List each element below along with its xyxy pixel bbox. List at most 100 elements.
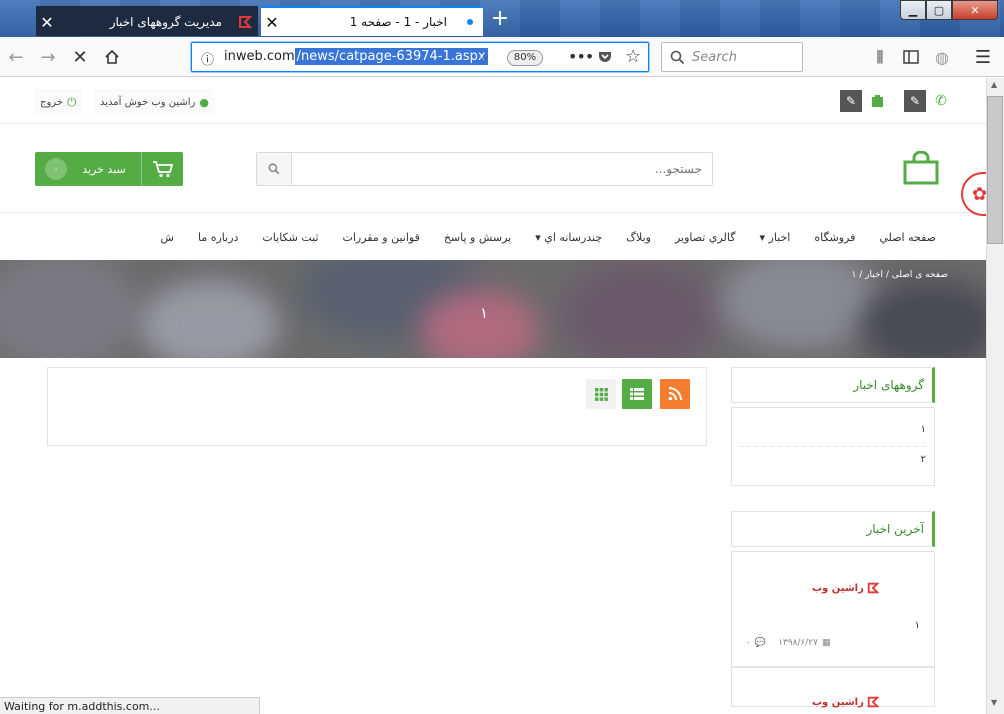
- search-placeholder: Search: [692, 50, 737, 65]
- page-title: ۱: [480, 304, 489, 322]
- inventory-icon[interactable]: [866, 90, 888, 112]
- page-actions-icon[interactable]: •••: [568, 47, 594, 66]
- edit-icon[interactable]: ✎: [904, 90, 926, 112]
- back-button[interactable]: ←: [2, 43, 30, 71]
- calendar-icon: ▦: [821, 638, 831, 648]
- flower-icon: ✿: [972, 184, 988, 205]
- welcome-label: راشین وب خوش آمدید: [100, 96, 196, 108]
- search-icon: [268, 163, 280, 175]
- pocket-icon[interactable]: [597, 49, 613, 68]
- menu-item-multimedia[interactable]: چندرسانه اي ▾: [535, 231, 602, 244]
- shopping-bag-logo-icon[interactable]: [903, 150, 939, 188]
- bookmark-star-icon[interactable]: ☆: [625, 46, 641, 67]
- url-text[interactable]: inweb.com/news/catpage-63974-1.aspx: [224, 48, 488, 65]
- comment-count: ۰: [746, 638, 751, 648]
- globe-icon[interactable]: ◍: [928, 43, 956, 71]
- menu-item-complaints[interactable]: ثبت شكايات: [262, 231, 318, 244]
- cart-label: سبد خرید: [82, 162, 126, 176]
- stop-loading-button[interactable]: ✕: [66, 43, 94, 71]
- url-path-selected: /news/catpage-63974-1.aspx: [294, 48, 488, 65]
- top-strip: ⏻ خروج ● راشین وب خوش آمدید ✎ ✎ ✆: [0, 78, 986, 124]
- library-icon[interactable]: ⫼: [866, 43, 894, 71]
- web-page: ⏻ خروج ● راشین وب خوش آمدید ✎ ✎ ✆ سبد خر…: [0, 78, 986, 708]
- sidebar-toggle-icon[interactable]: [897, 43, 925, 71]
- menu-item-more[interactable]: ش: [161, 231, 174, 244]
- logout-label: خروج: [40, 96, 63, 108]
- group-link[interactable]: ۲: [921, 454, 926, 465]
- url-domain: inweb.com: [224, 49, 295, 64]
- cart-button[interactable]: سبد خرید ۰: [35, 152, 183, 186]
- browser-toolbar: ← → ✕ ⓘ inweb.com/news/catpage-63974-1.a…: [0, 37, 1004, 77]
- logo-mark-icon: [867, 696, 879, 708]
- menu-item-faq[interactable]: پرسش و پاسخ: [444, 231, 511, 244]
- tab-news-groups[interactable]: مدیریت گروههای اخبار ✕: [36, 6, 258, 36]
- tab-close-icon[interactable]: ✕: [36, 13, 58, 32]
- site-search-button[interactable]: [257, 153, 292, 185]
- logo-text: راشین وب: [812, 696, 864, 708]
- grid-view-button[interactable]: [586, 379, 616, 409]
- menu-item-news[interactable]: اخبار ▾: [759, 231, 790, 244]
- site-favicon: [232, 14, 258, 30]
- chevron-down-icon[interactable]: ⌄: [480, 49, 490, 63]
- menu-item-shop[interactable]: فروشگاه: [814, 231, 855, 244]
- minimize-button[interactable]: ▁: [900, 0, 926, 20]
- forward-button[interactable]: →: [34, 43, 62, 71]
- scroll-up-icon[interactable]: ▲: [991, 80, 997, 89]
- maximize-button[interactable]: ▢: [926, 0, 952, 20]
- tab-title: اخبار - 1 - صفحه 1: [349, 15, 447, 29]
- rashin-web-logo: راشین وب: [812, 582, 879, 594]
- welcome-user[interactable]: ● راشین وب خوش آمدید: [94, 89, 215, 115]
- list-icon: [630, 388, 644, 400]
- breadcrumb[interactable]: صفحه ی اصلی / اخبار / ۱: [852, 270, 948, 280]
- logout-button[interactable]: ⏻ خروج: [34, 89, 83, 115]
- logo-mark-icon: [867, 582, 879, 594]
- url-bar[interactable]: ⓘ inweb.com/news/catpage-63974-1.aspx ⌄ …: [191, 42, 649, 72]
- rashin-web-logo: راشین وب: [812, 696, 879, 708]
- status-bar: Waiting for m.addthis.com...: [0, 697, 260, 714]
- rss-button[interactable]: [660, 379, 690, 409]
- site-search-input[interactable]: [292, 153, 712, 185]
- news-item[interactable]: راشین وب: [731, 667, 935, 708]
- main-menu: صفحه اصلي فروشگاه اخبار ▾ گالري تصاوير و…: [0, 214, 986, 260]
- news-list-panel: [47, 367, 707, 446]
- phone-icon[interactable]: ✆: [930, 90, 952, 112]
- edit-icon[interactable]: ✎: [840, 90, 862, 112]
- news-date: ۱۳۹۸/۶/۲۷: [778, 638, 818, 648]
- cart-count-badge: ۰: [45, 158, 67, 180]
- home-button[interactable]: [98, 43, 126, 71]
- cart-icon: [141, 152, 183, 186]
- latest-news-heading: آخرین اخبار: [731, 511, 935, 547]
- news-meta: ۰ 💬 ۱۳۹۸/۶/۲۷ ▦: [746, 638, 830, 648]
- zoom-indicator[interactable]: 80%: [507, 50, 543, 66]
- power-icon: ⏻: [66, 94, 77, 109]
- menu-item-gallery[interactable]: گالري تصاوير: [675, 231, 736, 244]
- menu-item-home[interactable]: صفحه اصلي: [879, 231, 936, 244]
- tab-title: مدیریت گروههای اخبار: [109, 15, 222, 29]
- logo-text: راشین وب: [812, 582, 864, 594]
- rss-icon: [668, 387, 682, 401]
- menu-item-blog[interactable]: وبلاگ: [626, 231, 651, 244]
- tab-close-icon[interactable]: ✕: [261, 13, 283, 32]
- menu-item-rules[interactable]: قوانين و مقررات: [343, 231, 420, 244]
- user-icon: ●: [199, 95, 209, 109]
- divider: [740, 446, 926, 447]
- browser-search-input[interactable]: Search: [661, 42, 803, 72]
- group-link[interactable]: ۱: [921, 424, 926, 435]
- tab-news-page[interactable]: اخبار - 1 - صفحه 1 ✕: [261, 6, 483, 36]
- scroll-down-icon[interactable]: ▼: [991, 698, 997, 707]
- info-icon[interactable]: ⓘ: [201, 49, 214, 68]
- hamburger-menu-icon[interactable]: ☰: [969, 43, 997, 71]
- close-window-button[interactable]: ✕: [952, 0, 998, 20]
- loading-icon: [457, 14, 483, 30]
- news-title[interactable]: ۱: [915, 620, 920, 631]
- comment-icon: 💬: [754, 638, 767, 648]
- scrollbar-thumb[interactable]: [987, 96, 1003, 244]
- menu-item-about[interactable]: درباره ما: [198, 231, 238, 244]
- search-icon: [670, 50, 685, 65]
- list-view-button[interactable]: [622, 379, 652, 409]
- site-search: [256, 152, 713, 186]
- news-groups-box: ۱ ۲: [731, 407, 935, 486]
- news-item[interactable]: راشین وب ۱ ۰ 💬 ۱۳۹۸/۶/۲۷ ▦: [731, 551, 935, 667]
- new-tab-button[interactable]: +: [486, 6, 514, 34]
- grid-icon: [594, 387, 608, 401]
